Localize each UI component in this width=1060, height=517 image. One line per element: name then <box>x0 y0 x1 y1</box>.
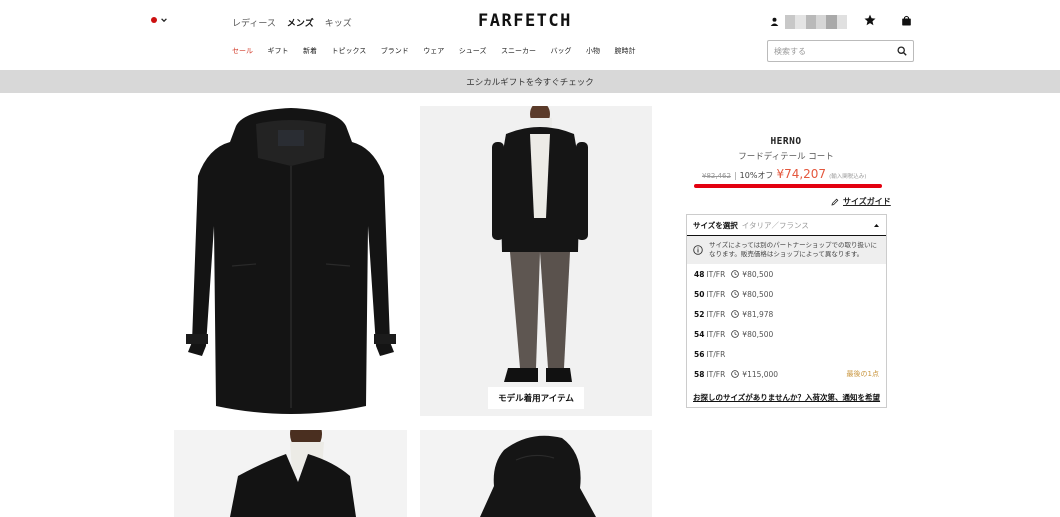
coat-collar-illustration <box>174 430 407 517</box>
username-blurred <box>785 15 847 29</box>
size-select-label: サイズを選択 <box>693 220 738 230</box>
size-price: ¥80,500 <box>742 269 774 279</box>
nav-accessories[interactable]: 小物 <box>586 46 600 56</box>
coat-front-illustration <box>186 108 396 414</box>
sale-price: ¥74,207 <box>776 167 827 181</box>
size-number: 52 <box>694 309 705 319</box>
nav-wear[interactable]: ウェア <box>423 46 444 56</box>
model-wearing-coat-illustration <box>420 106 652 416</box>
size-info-notice: サイズによっては別のパートナーショップでの取り扱いになります。販売価格はショップ… <box>687 236 886 264</box>
nav-sneakers[interactable]: スニーカー <box>501 46 536 56</box>
tax-note: (輸入関税込み) <box>829 174 867 180</box>
size-select-header[interactable]: サイズを選択 イタリア／フランス <box>687 215 886 236</box>
size-guide-link[interactable]: サイズガイド <box>831 196 891 207</box>
nav-sale[interactable]: セール <box>232 46 253 56</box>
original-price: ¥82,462 <box>702 172 731 180</box>
gender-tabs: レディース メンズ キッズ <box>232 16 352 29</box>
clock-icon <box>731 290 740 298</box>
clock-icon <box>731 330 740 338</box>
size-option-58[interactable]: 58 IT/FR ¥115,000 最後の1点 <box>687 364 886 384</box>
promo-banner[interactable]: エシカルギフトを今すぐチェック <box>0 70 1060 93</box>
tab-mens[interactable]: メンズ <box>287 16 314 29</box>
price-row: ¥82,462 | 10%オフ ¥74,207 (輸入関税込み) <box>702 167 866 181</box>
product-image-detail-back[interactable] <box>420 430 652 517</box>
size-number: 50 <box>694 289 705 299</box>
product-image-front[interactable] <box>174 106 408 416</box>
size-price: ¥81,978 <box>742 309 774 319</box>
promo-banner-text: エシカルギフトを今すぐチェック <box>466 77 594 88</box>
nav-watches[interactable]: 腕時計 <box>614 46 635 56</box>
size-option-56[interactable]: 56 IT/FR <box>687 344 886 364</box>
info-icon <box>693 245 703 255</box>
size-number: 54 <box>694 329 705 339</box>
nav-gift[interactable]: ギフト <box>268 46 289 56</box>
coat-hood-back-illustration <box>420 430 652 517</box>
product-image-detail-front[interactable] <box>174 430 407 517</box>
clock-icon <box>731 370 740 378</box>
size-option-52[interactable]: 52 IT/FR ¥81,978 <box>687 304 886 324</box>
size-dropdown: サイズを選択 イタリア／フランス サイズによっては別のパートナーショップでの取り… <box>686 214 887 408</box>
size-guide-label: サイズガイド <box>843 197 891 206</box>
size-price: ¥115,000 <box>742 369 779 379</box>
product-name: フードディテール コート <box>738 152 834 162</box>
size-price: ¥80,500 <box>742 329 774 339</box>
shopping-bag-icon[interactable] <box>901 15 912 26</box>
size-option-54[interactable]: 54 IT/FR ¥80,500 <box>687 324 886 344</box>
search-box <box>767 40 914 62</box>
wishlist-star-icon[interactable] <box>864 14 876 26</box>
nav-shoes[interactable]: シューズ <box>459 46 487 56</box>
size-unit: IT/FR <box>706 329 726 339</box>
product-brand[interactable]: HERNO <box>686 136 886 147</box>
size-unit: IT/FR <box>706 369 726 379</box>
nav-bags[interactable]: バッグ <box>550 46 571 56</box>
ruler-pencil-icon <box>831 198 839 206</box>
search-input[interactable] <box>774 46 897 56</box>
clock-icon <box>731 310 740 318</box>
size-number: 48 <box>694 269 705 279</box>
size-unit: IT/FR <box>706 289 726 299</box>
size-unit: IT/FR <box>706 269 726 279</box>
account-icon[interactable] <box>770 17 779 26</box>
category-nav: セール ギフト 新着 トピックス ブランド ウェア シューズ スニーカー バッグ… <box>232 46 650 56</box>
size-option-48[interactable]: 48 IT/FR ¥80,500 <box>687 264 886 284</box>
country-selector[interactable] <box>151 16 168 24</box>
search-icon[interactable] <box>897 46 907 56</box>
size-region-label: イタリア／フランス <box>741 220 809 230</box>
product-image-model[interactable] <box>420 106 652 416</box>
size-price: ¥80,500 <box>742 289 774 299</box>
last-one-badge: 最後の1点 <box>846 370 879 378</box>
size-option-50[interactable]: 50 IT/FR ¥80,500 <box>687 284 886 304</box>
size-unit: IT/FR <box>706 309 726 319</box>
size-number: 56 <box>694 349 705 359</box>
farfetch-logo[interactable]: FARFETCH <box>478 11 572 31</box>
price-separator: | <box>733 171 737 180</box>
nav-brands[interactable]: ブランド <box>381 46 409 56</box>
clock-icon <box>731 270 740 278</box>
notify-size-link[interactable]: お探しのサイズがありませんか？入荷次第、通知を希望 <box>693 392 880 403</box>
size-info-text: サイズによっては別のパートナーショップでの取り扱いになります。販売価格はショップ… <box>709 240 878 258</box>
size-number: 58 <box>694 369 705 379</box>
japan-flag-icon <box>151 17 157 23</box>
tab-womens[interactable]: レディース <box>232 16 276 29</box>
nav-topics[interactable]: トピックス <box>332 46 367 56</box>
tab-kids[interactable]: キッズ <box>325 16 352 29</box>
caret-up-icon <box>874 223 879 227</box>
red-underline-annotation <box>694 184 882 188</box>
nav-new[interactable]: 新着 <box>303 46 317 56</box>
discount-label: 10%オフ <box>739 171 774 180</box>
chevron-down-icon <box>161 18 167 23</box>
model-wearing-badge: モデル着用アイテム <box>488 387 584 409</box>
size-unit: IT/FR <box>706 349 726 359</box>
